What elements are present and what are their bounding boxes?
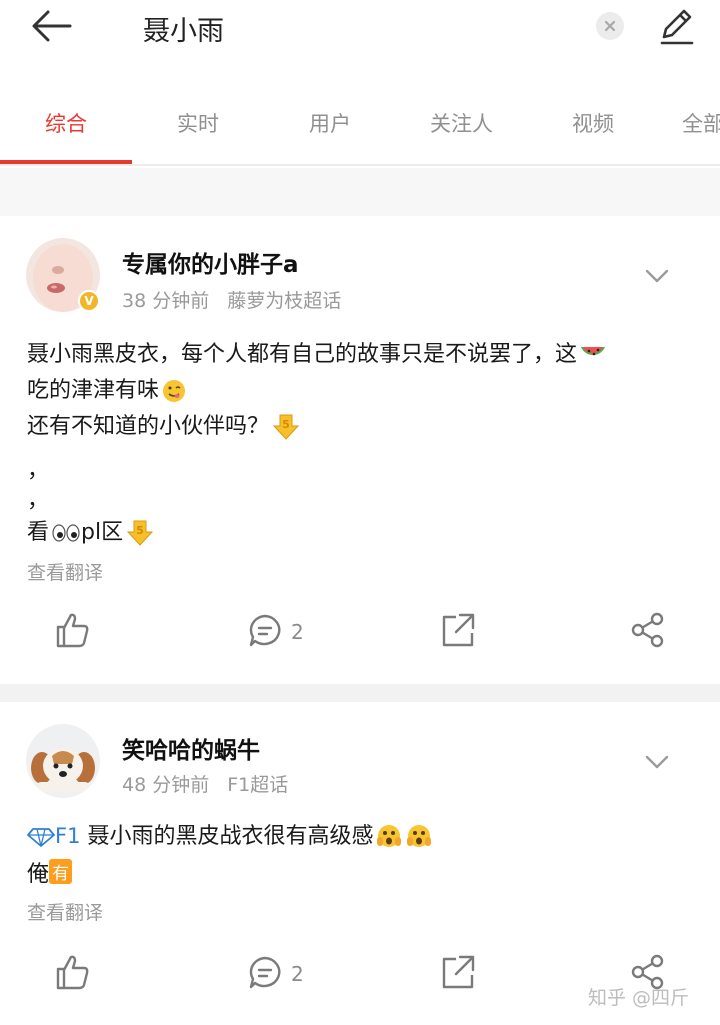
post-text-line: 看 pl区 5 (27, 514, 155, 548)
share-external-icon (442, 613, 475, 647)
post-card: V 专属你的小胖子a 38 分钟前 藤萝为枝超话 聂小雨黑皮衣，每个人都有自己的故… (0, 216, 720, 684)
post-text-line: 俺有 (27, 856, 73, 888)
post-text-line: 还有不知道的小伙伴吗？ 5 (27, 408, 301, 442)
verified-badge-icon: V (78, 290, 100, 312)
search-query-text[interactable]: 聂小雨 (143, 9, 224, 48)
tab-comprehensive[interactable]: 综合 (45, 108, 87, 138)
translate-link[interactable]: 查看翻译 (27, 558, 103, 585)
share-nodes-icon (631, 612, 664, 648)
tab-all[interactable]: 全部 (682, 108, 720, 138)
post-text-line: 聂小雨黑皮衣，每个人都有自己的故事只是不说罢了，这 (27, 336, 607, 368)
zhihu-watermark: 知乎 @四斤 (588, 987, 690, 1009)
repost-button[interactable] (440, 610, 476, 660)
search-header: 聂小雨 (0, 0, 720, 58)
shocked-face-emoji-icon (377, 825, 402, 847)
section-separator (0, 168, 720, 216)
weibo-search-page: 聂小雨 综合 实时 用户 关注人 视频 全部 V 专属你的小胖子a 38 分钟前… (0, 0, 720, 1025)
pencil-icon (660, 9, 694, 45)
active-tab-indicator (0, 160, 132, 164)
close-icon (604, 20, 616, 32)
post-text: 聂小雨的黑皮战衣很有高级感 (87, 824, 374, 849)
repost-button[interactable] (440, 952, 476, 1002)
thumbs-up-icon (56, 955, 89, 990)
like-button[interactable] (54, 952, 90, 1002)
comment-button[interactable] (247, 952, 283, 1002)
post-separator (0, 684, 720, 702)
puppy-avatar-image (26, 724, 100, 798)
compose-button[interactable] (656, 5, 698, 47)
post-text: 看 (27, 520, 50, 545)
back-button[interactable] (30, 8, 74, 44)
post-source[interactable]: F1超话 (227, 774, 288, 796)
post-meta: 48 分钟前 F1超话 (122, 770, 288, 797)
you-tag: 有 (49, 859, 73, 884)
pointing-down-emoji-icon: 5 (126, 520, 154, 546)
post-menu-button[interactable] (640, 750, 674, 774)
post-text-line: F1 聂小雨的黑皮战衣很有高级感 (27, 818, 433, 851)
post-text-line: ， (27, 458, 50, 483)
post-text: 还有不知道的小伙伴吗？ (27, 414, 270, 439)
comment-count: 2 (291, 962, 304, 986)
svg-text:5: 5 (136, 524, 144, 537)
post-card: 笑哈哈的蜗牛 48 分钟前 F1超话 F1 聂小雨的黑皮战衣很有高级感 俺有 查看… (0, 702, 720, 1025)
post-text: 俺 (27, 862, 50, 887)
avatar[interactable] (26, 724, 100, 798)
comment-icon (249, 614, 281, 647)
share-external-icon (442, 955, 475, 989)
pointing-down-emoji-icon: 5 (272, 414, 300, 440)
post-text: 聂小雨黑皮衣，每个人都有自己的故事只是不说罢了，这 (27, 342, 578, 367)
share-button[interactable] (630, 610, 666, 660)
tab-users[interactable]: 用户 (309, 108, 351, 138)
post-source[interactable]: 藤萝为枝超话 (227, 290, 341, 312)
watermelon-emoji-icon (581, 347, 606, 356)
post-time: 38 分钟前 (122, 290, 210, 312)
tab-realtime[interactable]: 实时 (177, 108, 219, 138)
post-text: 吃的津津有味 (27, 378, 160, 403)
post-menu-button[interactable] (640, 264, 674, 288)
translate-link[interactable]: 查看翻译 (27, 898, 103, 925)
back-arrow-icon (32, 10, 72, 42)
thumbs-up-icon (56, 613, 89, 648)
post-text-line: ， (27, 488, 50, 513)
search-tabs: 综合 实时 用户 关注人 视频 全部 (0, 98, 720, 166)
chevron-down-icon (645, 755, 669, 769)
post-time: 48 分钟前 (122, 774, 210, 796)
chevron-down-icon (645, 269, 669, 283)
post-actions: 2 (0, 610, 720, 660)
comment-button[interactable] (247, 610, 283, 660)
diamond-icon (27, 828, 55, 847)
comment-count: 2 (291, 620, 304, 644)
shocked-face-emoji-icon (407, 825, 432, 847)
clear-search-button[interactable] (596, 12, 624, 40)
like-button[interactable] (54, 610, 90, 660)
f1-badge[interactable]: F1 (55, 824, 80, 848)
post-text-line: 吃的津津有味 (27, 372, 187, 404)
post-meta: 38 分钟前 藤萝为枝超话 (122, 286, 341, 313)
post-username[interactable]: 专属你的小胖子a (122, 245, 299, 279)
post-username[interactable]: 笑哈哈的蜗牛 (122, 731, 260, 765)
tab-following[interactable]: 关注人 (430, 108, 493, 138)
post-text: pl区 (81, 520, 124, 545)
tab-video[interactable]: 视频 (572, 108, 614, 138)
eyes-emoji-icon (52, 524, 80, 542)
yummy-face-emoji-icon (163, 380, 186, 402)
svg-text:5: 5 (282, 418, 290, 431)
comment-icon (249, 956, 281, 989)
